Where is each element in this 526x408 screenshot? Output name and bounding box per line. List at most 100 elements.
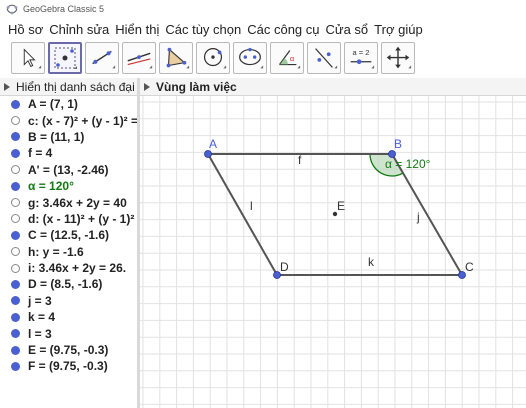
toolbar: α a = 2 (0, 40, 526, 76)
title-bar: GeoGebra Classic 5 (0, 0, 526, 18)
algebra-expression[interactable]: j = 3 (28, 294, 52, 308)
algebra-item[interactable]: d: (x - 11)² + (y - 1)² = 16 (0, 211, 137, 227)
algebra-item[interactable]: f = 4 (0, 145, 137, 161)
algebra-expression[interactable]: i: 3.46x + 2y = 26. (28, 261, 126, 275)
label-segment-k: k (368, 255, 375, 269)
menu-tools[interactable]: Các công cụ (247, 22, 319, 37)
tool-line[interactable] (85, 42, 119, 74)
algebra-expression[interactable]: α = 120° (28, 179, 74, 193)
algebra-item[interactable]: F = (9.75, -0.3) (0, 358, 137, 374)
visibility-toggle[interactable] (11, 116, 20, 126)
algebra-view-header[interactable]: Hiển thị danh sách đại số (0, 78, 137, 96)
label-point-d: D (280, 260, 289, 274)
tool-angle[interactable]: α (270, 42, 304, 74)
algebra-item[interactable]: i: 3.46x + 2y = 26. (0, 260, 137, 276)
label-point-b: B (394, 137, 402, 151)
algebra-item[interactable]: l = 3 (0, 325, 137, 341)
perpendicular-line-icon (127, 52, 153, 69)
visibility-toggle[interactable] (11, 263, 20, 273)
visibility-toggle[interactable] (11, 329, 20, 339)
label-segment-f: f (298, 153, 302, 167)
algebra-view-title: Hiển thị danh sách đại số (16, 79, 137, 94)
menu-edit[interactable]: Chỉnh sửa (49, 22, 109, 37)
tool-reflect[interactable] (307, 42, 341, 74)
tool-polygon[interactable] (159, 42, 193, 74)
visibility-toggle[interactable] (11, 279, 20, 289)
visibility-toggle[interactable] (11, 312, 20, 322)
algebra-expression[interactable]: h: y = -1.6 (28, 245, 84, 259)
visibility-toggle[interactable] (11, 230, 20, 240)
collapse-arrow-icon[interactable] (144, 82, 150, 91)
slider-icon-text: a = 2 (353, 48, 370, 57)
visibility-toggle[interactable] (11, 132, 20, 142)
label-point-a: A (209, 137, 217, 151)
tool-move-graphics-view[interactable] (381, 42, 415, 74)
algebra-item[interactable]: B = (11, 1) (0, 129, 137, 145)
algebra-item[interactable]: α = 120° (0, 178, 137, 194)
menu-file[interactable]: Hồ sơ (8, 22, 43, 37)
circle-center-point-icon (203, 48, 227, 69)
algebra-item[interactable]: h: y = -1.6 (0, 244, 137, 260)
algebra-expression[interactable]: A' = (13, -2.46) (28, 163, 109, 177)
algebra-expression[interactable]: F = (9.75, -0.3) (28, 359, 108, 373)
visibility-toggle[interactable] (11, 165, 20, 175)
menu-help[interactable]: Trợ giúp (374, 22, 423, 37)
visibility-toggle[interactable] (11, 99, 20, 109)
algebra-expression[interactable]: k = 4 (28, 310, 55, 324)
algebra-item[interactable]: c: (x - 7)² + (y - 1)² = 16 (0, 112, 137, 128)
tool-ellipse[interactable] (233, 42, 267, 74)
menu-view[interactable]: Hiển thị (115, 22, 159, 37)
algebra-item[interactable]: A' = (13, -2.46) (0, 162, 137, 178)
algebra-expression[interactable]: A = (7, 1) (28, 97, 78, 111)
ellipse-icon (239, 47, 264, 69)
algebra-expression[interactable]: D = (8.5, -1.6) (28, 277, 102, 291)
tool-point[interactable] (48, 42, 82, 74)
menu-window[interactable]: Cửa sổ (326, 22, 369, 37)
graphics-view-header[interactable]: Vùng làm việc (140, 78, 526, 96)
visibility-toggle[interactable] (11, 148, 20, 158)
visibility-toggle[interactable] (11, 345, 20, 355)
algebra-item[interactable]: E = (9.75, -0.3) (0, 342, 137, 358)
segment-j[interactable] (391, 153, 463, 276)
algebra-expression[interactable]: B = (11, 1) (28, 130, 84, 144)
label-point-e: E (337, 199, 345, 213)
geogebra-logo-icon (6, 4, 18, 15)
tool-circle[interactable] (196, 42, 230, 74)
visibility-toggle[interactable] (11, 198, 20, 208)
algebra-expression[interactable]: g: 3.46x + 2y = 40 (28, 196, 127, 210)
algebra-list: A = (7, 1) c: (x - 7)² + (y - 1)² = 16 B =… (0, 96, 137, 408)
algebra-expression[interactable]: d: (x - 11)² + (y - 1)² = 16 (28, 212, 137, 226)
visibility-toggle[interactable] (11, 296, 20, 306)
visibility-toggle[interactable] (11, 247, 20, 257)
graphics-view[interactable]: A B C D Ef j k l α = 120° (140, 96, 526, 408)
visibility-toggle[interactable] (11, 214, 20, 224)
algebra-item[interactable]: g: 3.46x + 2y = 40 (0, 194, 137, 210)
visibility-toggle[interactable] (11, 361, 20, 371)
algebra-item[interactable]: C = (12.5, -1.6) (0, 227, 137, 243)
menu-options[interactable]: Các tùy chọn (165, 22, 241, 37)
algebra-item[interactable]: k = 4 (0, 309, 137, 325)
algebra-expression[interactable]: C = (12.5, -1.6) (28, 228, 109, 242)
graphics-canvas[interactable]: A B C D Ef j k l α = 120° (140, 96, 526, 408)
algebra-item[interactable]: D = (8.5, -1.6) (0, 276, 137, 292)
tool-perpendicular-line[interactable] (122, 42, 156, 74)
algebra-item[interactable]: A = (7, 1) (0, 96, 137, 112)
algebra-item[interactable]: j = 3 (0, 293, 137, 309)
algebra-expression[interactable]: E = (9.75, -0.3) (28, 343, 108, 357)
angle-icon: α (279, 50, 301, 69)
collapse-arrow-icon[interactable] (4, 82, 10, 91)
algebra-expression[interactable]: c: (x - 7)² + (y - 1)² = 16 (28, 114, 137, 128)
algebra-expression[interactable]: f = 4 (28, 146, 52, 160)
algebra-expression[interactable]: l = 3 (28, 327, 52, 341)
slider-icon: a = 2 (350, 48, 375, 69)
point-icon (54, 47, 77, 69)
point-a[interactable] (204, 150, 212, 158)
svg-text:α: α (290, 54, 295, 63)
label-segment-l: l (250, 199, 253, 213)
segment-l[interactable] (207, 153, 278, 276)
visibility-toggle[interactable] (11, 181, 20, 191)
tool-move[interactable] (11, 42, 45, 74)
tool-slider[interactable]: a = 2 (344, 42, 378, 74)
reflect-line-icon (315, 48, 338, 69)
menu-bar: Hồ sơ Chỉnh sửa Hiển thị Các tùy chọn Cá… (0, 18, 526, 40)
